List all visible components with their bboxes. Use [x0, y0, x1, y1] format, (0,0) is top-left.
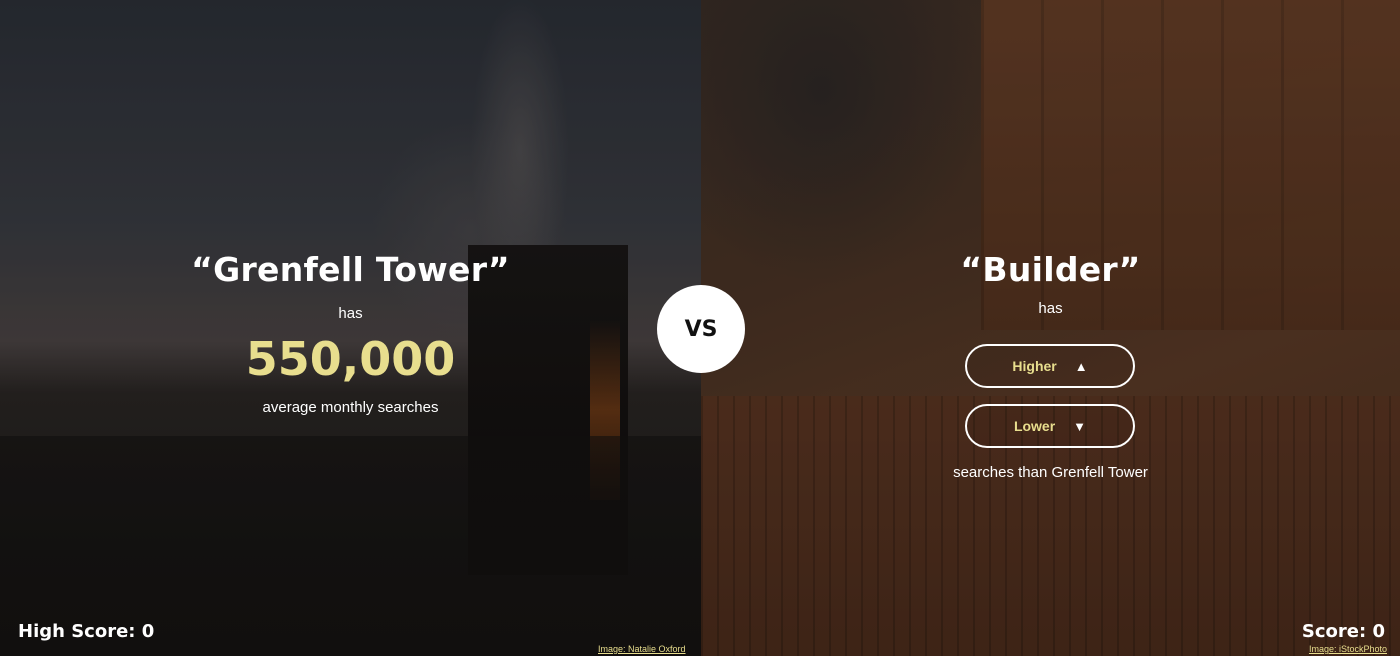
higher-button-label: Higher — [1012, 358, 1057, 374]
left-panel: “Grenfell Tower” has 550,000 average mon… — [0, 0, 701, 656]
lower-button-label: Lower — [1013, 418, 1056, 434]
high-score: High Score: 0 — [18, 621, 155, 642]
higher-button[interactable]: Higher ▲ — [965, 344, 1135, 388]
left-search-term: “Grenfell Tower” — [191, 250, 510, 289]
vs-badge: VS — [657, 285, 745, 373]
comparison-text: searches than Grenfell Tower — [953, 464, 1148, 481]
right-has-text: has — [1038, 300, 1063, 317]
current-score: Score: 0 — [1301, 621, 1385, 642]
lower-button[interactable]: Lower ▼ — [965, 404, 1135, 448]
left-has-text: has — [338, 305, 363, 322]
left-search-volume: 550,000 — [245, 332, 456, 386]
triangle-up-icon: ▲ — [1074, 358, 1088, 374]
right-search-term: “Builder” — [960, 250, 1141, 289]
left-description: average monthly searches — [262, 399, 439, 416]
triangle-down-icon: ▼ — [1073, 418, 1087, 434]
left-image-credit-link[interactable]: Image: Natalie Oxford — [598, 644, 686, 654]
right-image-credit-link[interactable]: Image: iStockPhoto — [1309, 644, 1387, 654]
right-panel: “Builder” has Higher ▲ Lower ▼ searches … — [701, 0, 1400, 656]
